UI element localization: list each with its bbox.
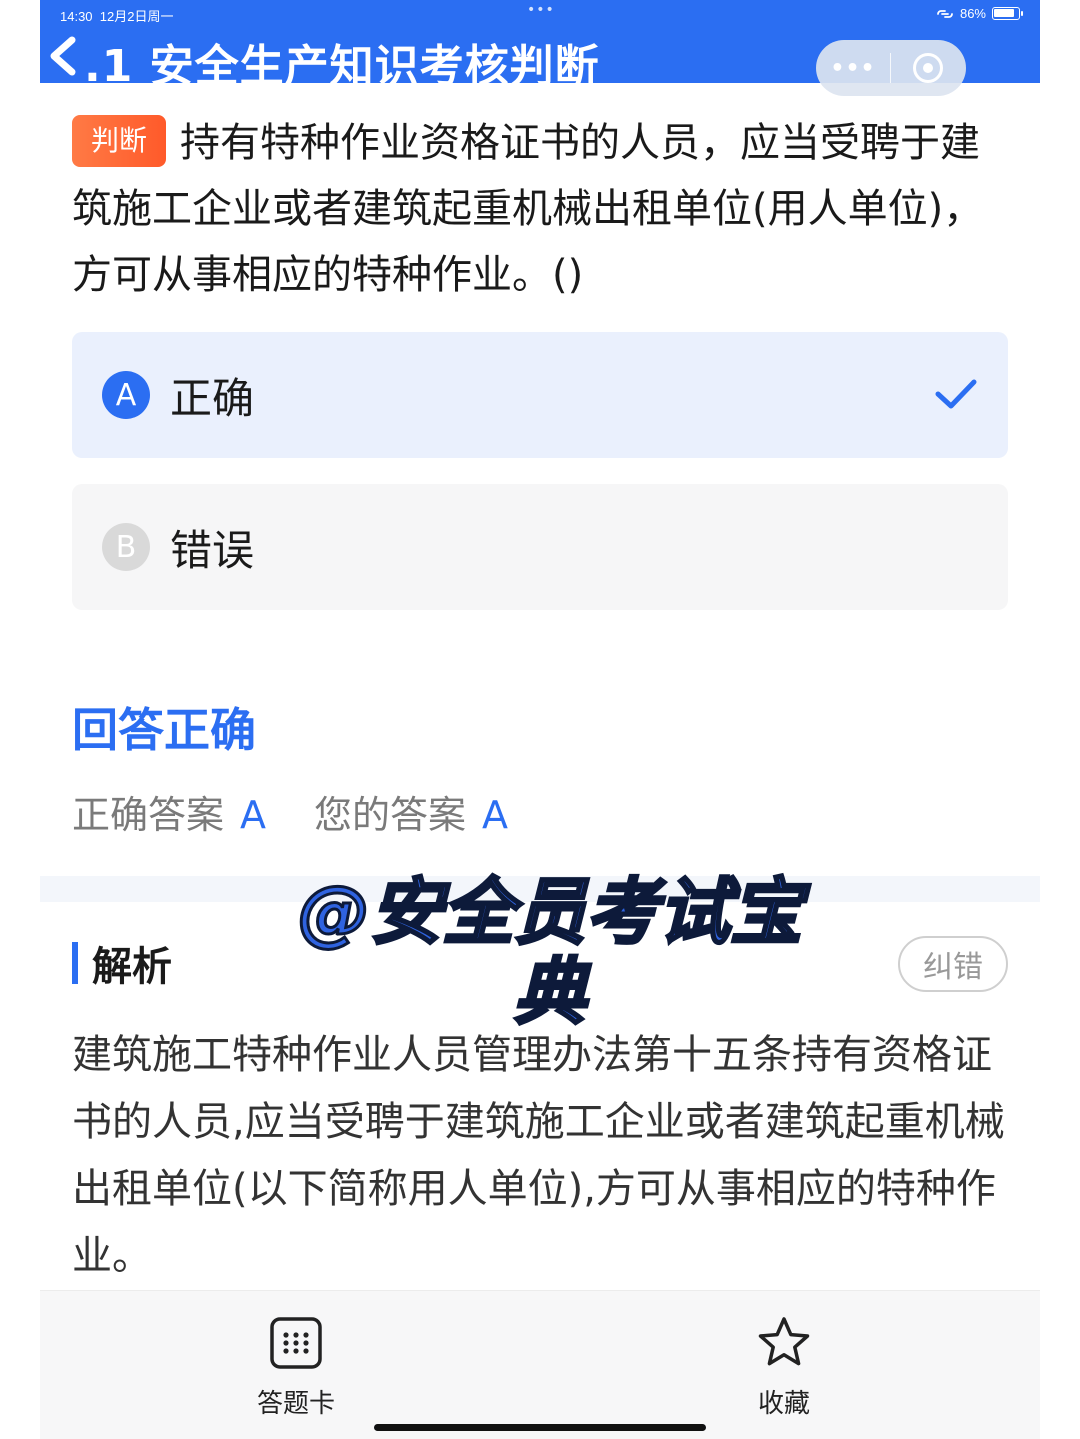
close-button[interactable] xyxy=(891,53,965,83)
option-a[interactable]: A 正确 xyxy=(72,332,1008,458)
result-title: 回答正确 xyxy=(72,703,256,757)
analysis-header: 解析 xyxy=(72,934,172,992)
question-block: 判断 持有特种作业资格证书的人员，应当受聘于建筑施工企业或者建筑起重机械出租单位(… xyxy=(72,110,1012,308)
option-a-text: 正确 xyxy=(170,373,255,423)
answer-card-label: 答题卡 xyxy=(256,1389,335,1419)
section-divider xyxy=(40,876,1040,902)
correct-answer: 正确答案 A xyxy=(72,784,266,839)
home-indicator[interactable] xyxy=(374,1424,706,1431)
your-answer: 您的答案 A xyxy=(314,784,508,839)
favorite-label: 收藏 xyxy=(757,1389,810,1419)
multitask-dots[interactable]: ••• xyxy=(527,2,555,18)
option-b[interactable]: B 错误 xyxy=(72,484,1008,610)
answer-card-button[interactable]: 答题卡 xyxy=(226,1315,366,1420)
analysis-text: 建筑施工特种作业人员管理办法第十五条持有资格证书的人员,应当受聘于建筑施工企业或… xyxy=(72,1032,1005,1279)
chevron-left-icon xyxy=(50,36,76,76)
question-text: 持有特种作业资格证书的人员，应当受聘于建筑施工企业或者建筑起重机械出租单位(用人… xyxy=(72,120,984,298)
check-icon xyxy=(935,379,977,409)
star-icon xyxy=(758,1317,810,1366)
battery-icon xyxy=(992,7,1023,20)
back-button[interactable] xyxy=(46,34,76,78)
page-title: .1 安全生产知识考核判断 xyxy=(84,41,600,92)
status-date: 12月2日周一 xyxy=(99,9,174,24)
miniprogram-capsule: ••• xyxy=(816,40,966,96)
correct-answer-value: A xyxy=(240,793,267,837)
your-answer-value: A xyxy=(482,793,509,837)
answer-summary: 正确答案 A 您的答案 A xyxy=(72,784,508,839)
more-button[interactable]: ••• xyxy=(816,56,890,81)
status-right: 86% xyxy=(936,6,1023,21)
bottom-toolbar: 答题卡 收藏 xyxy=(40,1290,1040,1439)
option-b-text: 错误 xyxy=(170,525,255,575)
your-answer-label: 您的答案 xyxy=(314,793,467,837)
grid-icon xyxy=(270,1317,322,1369)
target-icon xyxy=(913,53,943,83)
favorite-button[interactable]: 收藏 xyxy=(714,1315,854,1420)
status-clock: 14:30 xyxy=(60,9,93,24)
report-error-button[interactable]: 纠错 xyxy=(898,936,1008,992)
analysis-accent-bar xyxy=(72,942,78,984)
option-b-letter: B xyxy=(102,523,150,571)
battery-percent: 86% xyxy=(959,6,986,21)
correct-answer-label: 正确答案 xyxy=(72,793,225,837)
status-time: 14:30 12月2日周一 xyxy=(60,6,173,25)
option-a-letter: A xyxy=(102,371,150,419)
link-icon xyxy=(937,9,953,18)
analysis-title: 解析 xyxy=(92,944,172,990)
question-type-tag: 判断 xyxy=(72,115,166,167)
